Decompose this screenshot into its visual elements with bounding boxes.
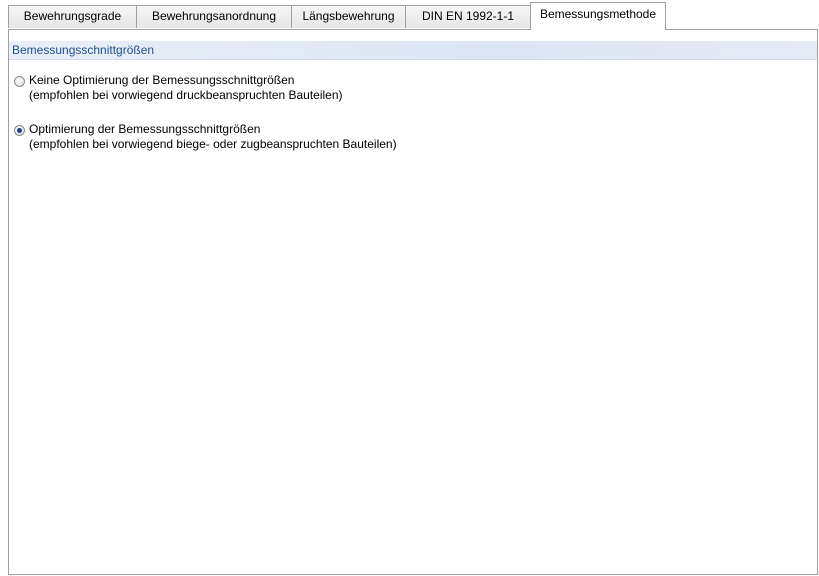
tab-din-en-1992-1-1[interactable]: DIN EN 1992-1-1 — [405, 5, 531, 28]
option-optimization-label: Optimierung der Bemessungsschnittgrößen — [29, 122, 261, 136]
tab-bewehrungsgrade[interactable]: Bewehrungsgrade — [8, 5, 137, 28]
radio-optimization[interactable] — [14, 125, 25, 136]
tab-laengsbewehrung[interactable]: Längsbewehrung — [291, 5, 406, 28]
radio-no-optimization[interactable] — [14, 76, 25, 87]
option-no-optimization-text: Keine Optimierung der Bemessungsschnittg… — [29, 73, 343, 103]
tab-bewehrungsanordnung[interactable]: Bewehrungsanordnung — [136, 5, 292, 28]
tab-strip: Bewehrungsgrade Bewehrungsanordnung Läng… — [0, 0, 819, 30]
group-title: Bemessungsschnittgrößen — [12, 43, 155, 57]
option-no-optimization-hint: (empfohlen bei vorwiegend druckbeanspruc… — [29, 88, 343, 102]
option-optimization-hint: (empfohlen bei vorwiegend biege- oder zu… — [29, 137, 397, 151]
option-optimization-text: Optimierung der Bemessungsschnittgrößen … — [29, 122, 397, 152]
tab-bemessungsmethode[interactable]: Bemessungsmethode — [530, 2, 666, 30]
tab-panel-bemessungsmethode: Bemessungsschnittgrößen Keine Optimierun… — [8, 29, 818, 575]
group-header: Bemessungsschnittgrößen — [9, 41, 817, 60]
dialog-root: Bewehrungsgrade Bewehrungsanordnung Läng… — [0, 0, 819, 576]
option-no-optimization-label: Keine Optimierung der Bemessungsschnittg… — [29, 73, 295, 87]
